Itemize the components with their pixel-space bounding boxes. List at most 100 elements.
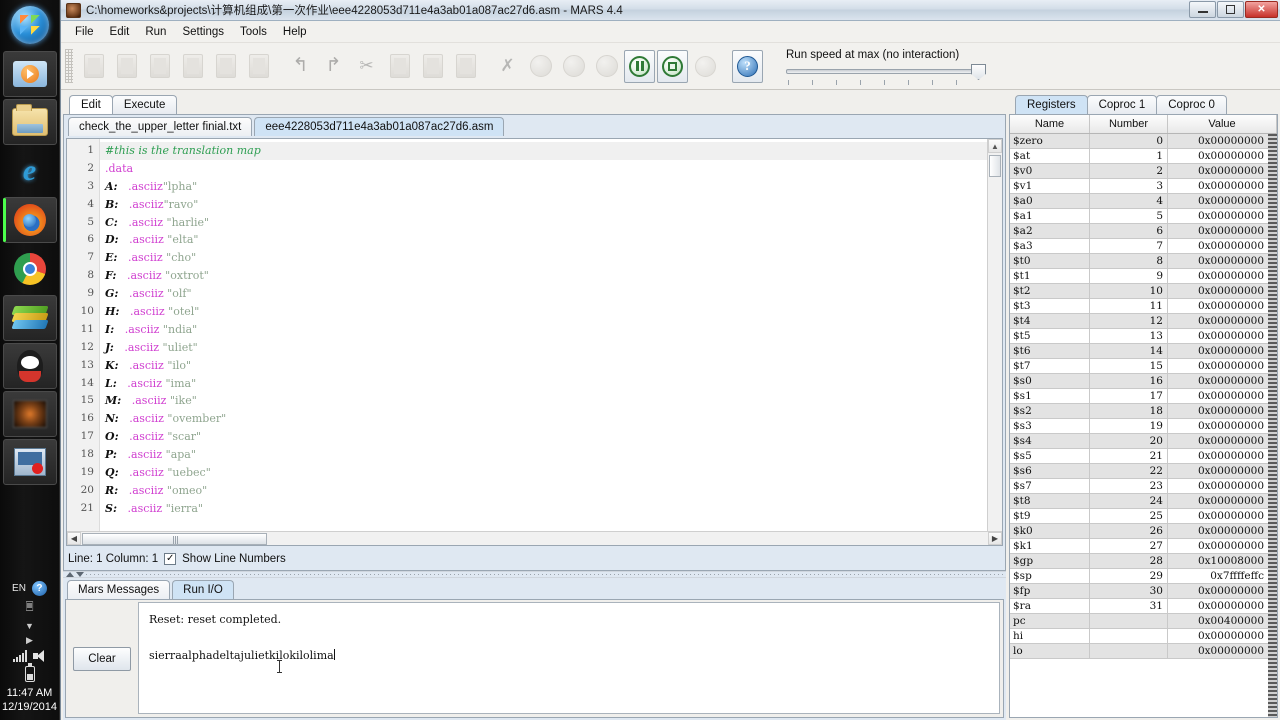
table-row[interactable]: $a1 5 0x00000000	[1010, 209, 1268, 224]
tab-run-io[interactable]: Run I/O	[172, 580, 234, 599]
start-orb[interactable]	[2, 0, 58, 50]
table-row[interactable]: $t3 11 0x00000000	[1010, 299, 1268, 314]
help-button[interactable]: ?	[732, 49, 763, 83]
code-line[interactable]: B: .asciiz"ravo"	[100, 196, 1002, 214]
table-row[interactable]: $t6 14 0x00000000	[1010, 344, 1268, 359]
qq-icon[interactable]	[2, 343, 57, 389]
redo-button[interactable]: ↱	[318, 50, 349, 83]
table-row[interactable]: $a3 7 0x00000000	[1010, 239, 1268, 254]
chrome-icon[interactable]	[2, 244, 58, 294]
splitter-down-arrow-icon[interactable]	[76, 572, 84, 577]
network-windows-icon[interactable]: 🗏	[0, 600, 60, 617]
code-line[interactable]: #this is the translation map	[100, 142, 1002, 160]
vertical-scroll-thumb[interactable]	[989, 155, 1001, 177]
step-button[interactable]	[558, 50, 589, 83]
table-row[interactable]: $s0 16 0x00000000	[1010, 374, 1268, 389]
reset-button[interactable]	[690, 50, 721, 83]
editor-horizontal-scrollbar[interactable]: ◀ ▶	[67, 531, 1002, 545]
table-row[interactable]: $s4 20 0x00000000	[1010, 434, 1268, 449]
code-line[interactable]: O: .asciiz "scar"	[100, 428, 1002, 446]
menu-run[interactable]: Run	[137, 24, 174, 40]
table-row[interactable]: $k1 27 0x00000000	[1010, 539, 1268, 554]
clock-date[interactable]: 12/19/2014	[0, 700, 60, 714]
table-row[interactable]: $v1 3 0x00000000	[1010, 179, 1268, 194]
open-file-button[interactable]	[111, 50, 142, 83]
scroll-left-arrow-icon[interactable]: ◀	[67, 532, 81, 545]
code-line[interactable]: A: .asciiz"lpha"	[100, 178, 1002, 196]
stop-button[interactable]	[657, 49, 688, 83]
menu-help[interactable]: Help	[275, 24, 315, 40]
table-row[interactable]: $s1 17 0x00000000	[1010, 389, 1268, 404]
table-row[interactable]: $a0 4 0x00000000	[1010, 194, 1268, 209]
show-line-numbers-checkbox[interactable]: ✓	[164, 553, 177, 565]
close-button[interactable]: ✕	[1245, 1, 1278, 18]
table-row[interactable]: $t8 24 0x00000000	[1010, 494, 1268, 509]
file-tab-asm[interactable]: eee4228053d711e4a3ab01a087ac27d6.asm	[254, 117, 505, 136]
table-row[interactable]: $fp 30 0x00000000	[1010, 584, 1268, 599]
table-row[interactable]: $gp 28 0x10008000	[1010, 554, 1268, 569]
tab-execute[interactable]: Execute	[111, 95, 178, 114]
tab-edit[interactable]: Edit	[69, 95, 113, 114]
code-line[interactable]: R: .asciiz "omeo"	[100, 482, 1002, 500]
help-icon[interactable]: ?	[31, 581, 47, 596]
show-hidden-icons-chevron[interactable]: ▼	[0, 621, 60, 631]
code-text-area[interactable]: #this is the translation map .data A: .asc…	[100, 139, 1002, 531]
clock-time[interactable]: 11:47 AM	[0, 686, 60, 700]
table-row[interactable]: $t5 13 0x00000000	[1010, 329, 1268, 344]
table-row[interactable]: $t4 12 0x00000000	[1010, 314, 1268, 329]
table-row[interactable]: $v0 2 0x00000000	[1010, 164, 1268, 179]
tab-registers[interactable]: Registers	[1015, 95, 1088, 114]
save-as-button[interactable]	[177, 50, 208, 83]
table-row[interactable]: $t1 9 0x00000000	[1010, 269, 1268, 284]
internet-explorer-icon[interactable]: e	[2, 146, 58, 196]
tab-mars-messages[interactable]: Mars Messages	[67, 580, 171, 599]
code-line[interactable]: M: .asciiz "ike"	[100, 392, 1002, 410]
code-line[interactable]: Q: .asciiz "uebec"	[100, 464, 1002, 482]
backstep-button[interactable]	[591, 50, 622, 83]
code-line[interactable]: J: .asciiz "uliet"	[100, 339, 1002, 357]
tray-expand-arrow-icon[interactable]: ▶	[0, 635, 60, 646]
run-button[interactable]	[525, 50, 556, 83]
table-row[interactable]: $at 1 0x00000000	[1010, 149, 1268, 164]
table-row[interactable]: hi 0x00000000	[1010, 629, 1268, 644]
table-row[interactable]: lo 0x00000000	[1010, 644, 1268, 659]
slider-thumb[interactable]	[971, 64, 986, 80]
run-speed-slider[interactable]	[786, 63, 986, 85]
table-row[interactable]: $k0 26 0x00000000	[1010, 524, 1268, 539]
code-line[interactable]: H: .asciiz "otel"	[100, 303, 1002, 321]
table-row[interactable]: $t9 25 0x00000000	[1010, 509, 1268, 524]
blurred-app-icon[interactable]	[2, 391, 57, 437]
file-explorer-icon[interactable]	[2, 99, 57, 145]
battery-icon[interactable]	[24, 663, 35, 682]
code-editor[interactable]: 1 2 3 4 5 6 7 8 9 10 11 12 13 14 15 16 17 18 19 20 21 #this …	[66, 138, 1003, 546]
table-row[interactable]: pc 0x00400000	[1010, 614, 1268, 629]
code-line[interactable]: K: .asciiz "ilo"	[100, 357, 1002, 375]
cut-button[interactable]: ✂	[351, 50, 382, 83]
clear-button[interactable]: Clear	[73, 646, 131, 671]
table-row[interactable]: $s6 22 0x00000000	[1010, 464, 1268, 479]
windows-media-player-icon[interactable]	[2, 51, 57, 97]
signal-strength-icon[interactable]	[12, 650, 27, 662]
print-button[interactable]	[243, 50, 274, 83]
volume-icon[interactable]	[32, 650, 47, 662]
code-line[interactable]: I: .asciiz "ndia"	[100, 321, 1002, 339]
horizontal-scroll-thumb[interactable]	[82, 532, 267, 545]
tab-coproc-0[interactable]: Coproc 0	[1156, 95, 1227, 114]
undo-button[interactable]: ↰	[285, 50, 316, 83]
save-file-button[interactable]	[144, 50, 175, 83]
dump-memory-button[interactable]	[210, 50, 241, 83]
code-line[interactable]: P: .asciiz "apa"	[100, 446, 1002, 464]
panel-splitter[interactable]	[63, 571, 1006, 578]
scroll-up-arrow-icon[interactable]: ▲	[988, 139, 1002, 153]
file-tab-check-the-upper-letter[interactable]: check_the_upper_letter finial.txt	[68, 117, 253, 136]
code-line[interactable]: D: .asciiz "elta"	[100, 231, 1002, 249]
table-row[interactable]: $s5 21 0x00000000	[1010, 449, 1268, 464]
firefox-icon[interactable]	[2, 197, 57, 243]
code-line[interactable]: .data	[100, 160, 1002, 178]
maximize-restore-button[interactable]	[1217, 1, 1244, 18]
code-line[interactable]: G: .asciiz "olf"	[100, 285, 1002, 303]
table-row[interactable]: $sp 29 0x7ffffeffc	[1010, 569, 1268, 584]
bluestacks-icon[interactable]	[2, 295, 57, 341]
table-row[interactable]: $s7 23 0x00000000	[1010, 479, 1268, 494]
menu-settings[interactable]: Settings	[174, 24, 232, 40]
